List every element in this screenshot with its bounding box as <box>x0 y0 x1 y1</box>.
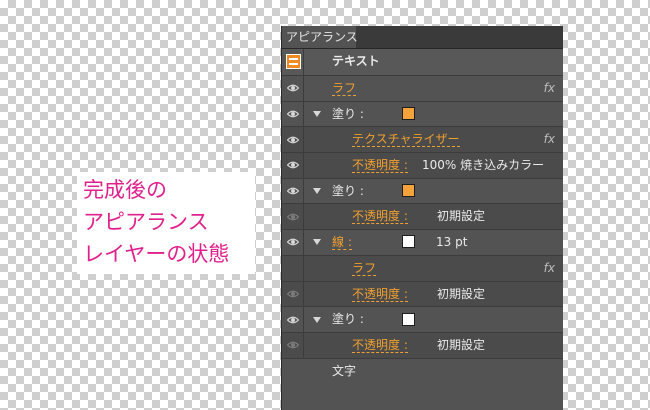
disclosure-triangle-icon[interactable] <box>313 239 321 246</box>
stroke-width-value: 13 pt <box>436 235 468 250</box>
caption-line-3: レイヤーの状態 <box>83 242 230 266</box>
effect-link-roughen[interactable]: ラフ <box>352 261 377 276</box>
opacity-row-4[interactable]: 不透明度 : 初期設定 <box>282 332 563 359</box>
fill-row-2[interactable]: 塗り : <box>282 178 563 205</box>
appearance-panel: アピアランス テキスト ラフ fx 塗り : テクスチャライザー fx 不透明度… <box>281 26 563 410</box>
effect-row-roughen-stroke[interactable]: ラフ fx <box>282 255 563 282</box>
fill-label: 塗り : <box>332 106 364 121</box>
eye-icon[interactable] <box>287 160 299 170</box>
opacity-link[interactable]: 不透明度 : <box>352 158 408 174</box>
disclosure-triangle-icon[interactable] <box>313 111 321 118</box>
eye-icon[interactable] <box>287 109 299 119</box>
fill-color-swatch[interactable] <box>402 312 415 326</box>
opacity-row-3[interactable]: 不透明度 : 初期設定 <box>282 281 563 308</box>
effect-row-texturizer[interactable]: テクスチャライザー fx <box>282 127 563 154</box>
effect-link-roughen[interactable]: ラフ <box>332 81 357 96</box>
eye-icon[interactable] <box>287 135 299 145</box>
opacity-row-1[interactable]: 不透明度 : 100% 焼き込みカラー <box>282 153 563 179</box>
fill-color-swatch[interactable] <box>402 184 415 198</box>
fx-icon[interactable]: fx <box>544 256 555 281</box>
eye-icon[interactable] <box>287 186 299 196</box>
characters-label: 文字 <box>332 363 357 378</box>
opacity-link[interactable]: 不透明度 : <box>352 287 408 302</box>
effect-row-roughen[interactable]: ラフ fx <box>282 76 563 102</box>
object-header-row[interactable]: テキスト <box>282 49 563 76</box>
effect-link-texturizer[interactable]: テクスチャライザー <box>352 132 460 148</box>
opacity-value: 初期設定 <box>437 286 486 301</box>
eye-icon[interactable] <box>287 340 299 350</box>
opacity-value: 100% 焼き込みカラー <box>422 158 545 173</box>
tab-appearance[interactable]: アピアランス <box>282 26 358 48</box>
caption-line-2: アピアランス <box>83 210 209 234</box>
fill-label: 塗り : <box>332 312 364 327</box>
opacity-link[interactable]: 不透明度 : <box>352 338 408 353</box>
eye-icon[interactable] <box>287 83 299 93</box>
disclosure-triangle-icon[interactable] <box>313 188 321 195</box>
fill-row-1[interactable]: 塗り : <box>282 101 563 128</box>
disclosure-triangle-icon[interactable] <box>313 316 321 323</box>
fill-color-swatch[interactable] <box>402 107 415 121</box>
caption-line-1: 完成後の <box>83 178 167 202</box>
object-title: テキスト <box>332 54 380 68</box>
eye-icon[interactable] <box>287 315 299 325</box>
eye-icon[interactable] <box>287 289 299 299</box>
annotation-caption: 完成後の アピアランス レイヤーの状態 <box>77 172 255 274</box>
stroke-color-swatch[interactable] <box>402 235 415 249</box>
stroke-link[interactable]: 線 : <box>332 235 352 251</box>
fill-row-3[interactable]: 塗り : <box>282 307 563 333</box>
opacity-value: 初期設定 <box>437 337 486 352</box>
opacity-row-2[interactable]: 不透明度 : 初期設定 <box>282 204 563 231</box>
characters-row[interactable]: 文字 <box>282 359 563 385</box>
opacity-link[interactable]: 不透明度 : <box>352 209 408 225</box>
eye-icon[interactable] <box>287 237 299 247</box>
eye-icon[interactable] <box>287 212 299 222</box>
fill-label: 塗り : <box>332 183 364 198</box>
fx-icon[interactable]: fx <box>544 127 555 152</box>
panel-tab-bar: アピアランス <box>282 26 563 49</box>
opacity-value: 初期設定 <box>437 209 486 224</box>
stroke-row[interactable]: 線 : 13 pt <box>282 230 563 256</box>
text-object-thumbnail-icon <box>286 54 301 69</box>
fx-icon[interactable]: fx <box>544 76 555 101</box>
